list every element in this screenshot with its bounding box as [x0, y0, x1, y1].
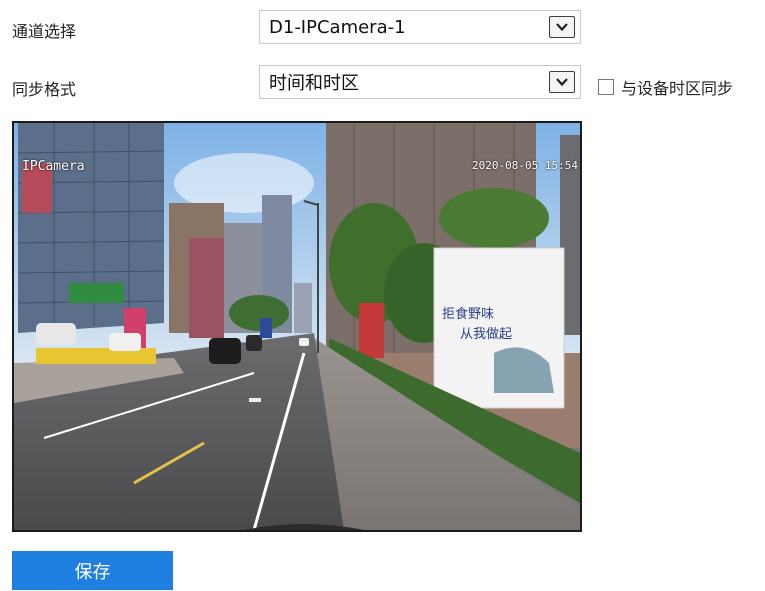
osd-timestamp: 2020-08-05 15:54:46	[472, 159, 580, 172]
sync-format-select-value: 时间和时区	[269, 73, 359, 94]
chevron-down-icon[interactable]	[549, 16, 575, 38]
sync-format-select[interactable]: 时间和时区	[259, 65, 581, 99]
channel-select[interactable]: D1-IPCamera-1	[259, 10, 581, 44]
sync-timezone-option[interactable]: 与设备时区同步	[598, 75, 733, 99]
billboard-line-1: 拒食野味	[442, 307, 495, 322]
sync-timezone-label: 与设备时区同步	[621, 79, 734, 98]
channel-select-value: D1-IPCamera-1	[269, 16, 406, 38]
sync-timezone-checkbox[interactable]	[598, 79, 614, 95]
channel-label: 通道选择	[12, 22, 77, 41]
osd-channel-name: IPCamera	[22, 159, 85, 174]
billboard-line-2: 从我做起	[460, 327, 513, 342]
sync-format-label: 同步格式	[12, 80, 77, 99]
camera-preview: IPCamera 2020-08-05 15:54:46 拒食野味 从我做起	[12, 121, 582, 532]
save-button[interactable]: 保存	[12, 551, 173, 590]
chevron-down-icon[interactable]	[549, 71, 575, 93]
